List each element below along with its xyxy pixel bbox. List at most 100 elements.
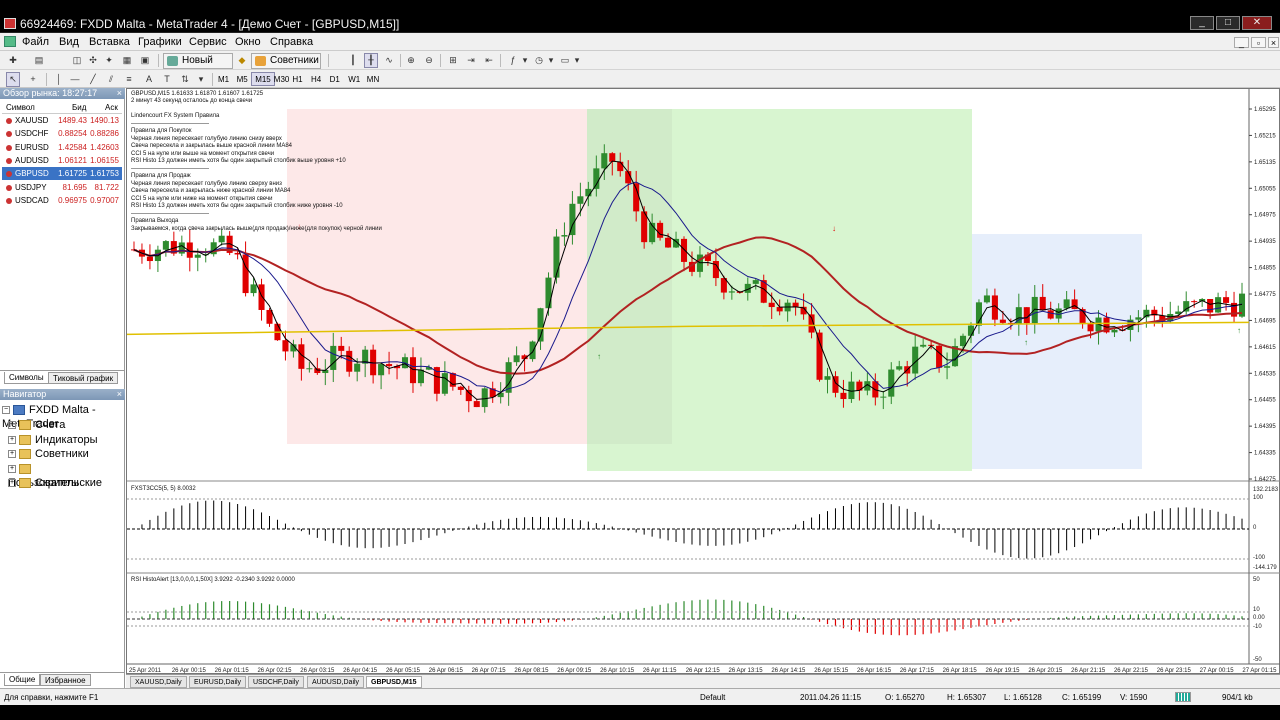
- column-ask[interactable]: Аск: [105, 103, 118, 112]
- chevron-down-icon[interactable]: ▾: [572, 53, 582, 68]
- terminal-icon[interactable]: ▦: [120, 53, 134, 68]
- chart-tab[interactable]: USDCHF,Daily: [248, 676, 304, 688]
- market-watch-row[interactable]: EURUSD 1.42584 1.42603: [2, 141, 122, 154]
- bar-chart-icon[interactable]: ┃: [346, 53, 360, 68]
- new-chart-icon[interactable]: ✚: [6, 53, 20, 68]
- market-watch-row[interactable]: USDCAD 0.96975 0.97007: [2, 194, 122, 207]
- label-icon[interactable]: T: [160, 72, 174, 87]
- expand-icon[interactable]: +: [8, 421, 16, 430]
- timeframe-h1[interactable]: H1: [288, 72, 306, 86]
- timeframe-d1[interactable]: D1: [326, 72, 344, 86]
- text-icon[interactable]: A: [142, 72, 156, 87]
- new-order-button[interactable]: Новый Ордер: [163, 53, 233, 80]
- column-bid[interactable]: Бид: [72, 103, 86, 112]
- close-icon[interactable]: ×: [117, 389, 122, 400]
- bid-price: 1.06121: [58, 155, 87, 165]
- status-bar: Для справки, нажмите F1 Default 2011.04.…: [0, 688, 1280, 705]
- data-window-icon[interactable]: ✣: [86, 53, 100, 68]
- zoom-in-icon[interactable]: ⊕: [404, 53, 418, 68]
- timeframe-h4[interactable]: H4: [307, 72, 325, 86]
- cci-scale-label: 0: [1253, 525, 1257, 531]
- candlestick-icon[interactable]: ╂: [364, 53, 378, 68]
- line-chart-icon[interactable]: ∿: [382, 53, 396, 68]
- navigator-item-scripts[interactable]: + Скрипты: [8, 476, 79, 490]
- crosshair-icon[interactable]: +: [26, 72, 40, 87]
- column-symbol[interactable]: Символ: [6, 103, 35, 112]
- tab-common[interactable]: Общие: [4, 674, 41, 686]
- market-watch-row[interactable]: GBPUSD 1.61725 1.61753: [2, 167, 122, 181]
- arrows-icon[interactable]: ⇅: [178, 72, 192, 87]
- candle-body: [1063, 299, 1070, 309]
- tile-windows-icon[interactable]: ⊞: [446, 53, 460, 68]
- chevron-down-icon[interactable]: ▾: [546, 53, 556, 68]
- profiles-icon[interactable]: ▤: [32, 53, 46, 68]
- expand-icon[interactable]: +: [8, 464, 16, 473]
- chevron-down-icon[interactable]: ▾: [520, 53, 530, 68]
- cursor-icon[interactable]: ↖: [6, 72, 20, 87]
- strategy-note-line: Правила для Продаж: [131, 173, 191, 179]
- menu-tools[interactable]: Сервис: [189, 36, 227, 48]
- auto-scroll-icon[interactable]: ⇥: [464, 53, 478, 68]
- chart-tab[interactable]: GBPUSD,M15: [366, 676, 422, 688]
- chart-tab[interactable]: AUDUSD,Daily: [307, 676, 365, 688]
- menu-insert[interactable]: Вставка: [89, 36, 130, 48]
- close-icon[interactable]: ×: [117, 88, 122, 99]
- chart-tab[interactable]: XAUUSD,Daily: [130, 676, 187, 688]
- market-watch-icon[interactable]: ◫: [70, 53, 84, 68]
- chart-tab[interactable]: EURUSD,Daily: [189, 676, 247, 688]
- expand-icon[interactable]: +: [8, 435, 16, 444]
- strategy-tester-icon[interactable]: ▣: [138, 53, 152, 68]
- channel-icon[interactable]: ⫽: [104, 72, 118, 87]
- minimize-button[interactable]: _: [1190, 16, 1214, 30]
- navigator-item-indicators[interactable]: + Индикаторы: [8, 433, 98, 447]
- mdi-close-button[interactable]: ×: [1268, 37, 1279, 48]
- maximize-button[interactable]: □: [1216, 16, 1240, 30]
- symbol-name: USDCAD: [15, 195, 49, 205]
- candle-body: [1047, 310, 1054, 319]
- tab-favorites[interactable]: Избранное: [40, 674, 91, 686]
- candle-body: [936, 345, 943, 368]
- timeframe-m1[interactable]: M1: [214, 72, 233, 86]
- templates-icon[interactable]: ▭: [558, 53, 572, 68]
- chevron-down-icon[interactable]: ▾: [196, 72, 206, 87]
- navigator-icon[interactable]: ✦: [102, 53, 116, 68]
- zoom-out-icon[interactable]: ⊖: [422, 53, 436, 68]
- candle-body: [457, 386, 464, 390]
- expand-icon[interactable]: +: [8, 479, 16, 488]
- mdi-restore-button[interactable]: ▫: [1251, 37, 1266, 48]
- menu-file[interactable]: Файл: [22, 36, 49, 48]
- candle-body: [967, 325, 975, 336]
- market-watch-row[interactable]: USDCHF 0.88254 0.88286: [2, 127, 122, 140]
- chart-window[interactable]: 1.65295 1.65215 1.65135 1.65055 1.64975 1.649…: [126, 88, 1280, 674]
- close-button[interactable]: ✕: [1242, 16, 1272, 30]
- cci-scale-label: 132.2183: [1253, 487, 1279, 493]
- navigator-item-account[interactable]: + Счета: [8, 418, 65, 432]
- indicators-icon[interactable]: ƒ: [506, 53, 520, 68]
- experts-button[interactable]: Советники: [251, 53, 321, 69]
- price-label: 1.64935: [1254, 239, 1276, 245]
- market-watch-row[interactable]: XAUUSD 1489.43 1490.13: [2, 114, 122, 127]
- metaeditor-icon[interactable]: ◆: [235, 53, 249, 68]
- timeframe-w1[interactable]: W1: [344, 72, 364, 86]
- candle-body: [959, 335, 967, 347]
- menu-help[interactable]: Справка: [270, 36, 313, 48]
- periods-icon[interactable]: ◷: [532, 53, 546, 68]
- vertical-line-icon[interactable]: │: [52, 72, 66, 87]
- market-watch-row[interactable]: USDJPY 81.695 81.722: [2, 181, 122, 194]
- menu-charts[interactable]: Графики: [138, 36, 182, 48]
- market-watch-row[interactable]: AUDUSD 1.06121 1.06155: [2, 154, 122, 167]
- navigator-item-experts[interactable]: + Советники: [8, 447, 89, 461]
- fibonacci-icon[interactable]: ≡: [122, 72, 136, 87]
- tab-tick-chart[interactable]: Тиковый график: [48, 372, 119, 384]
- chart-shift-icon[interactable]: ⇤: [482, 53, 496, 68]
- timeframe-m5[interactable]: M5: [233, 72, 252, 86]
- bid-price: 1.42584: [58, 142, 87, 152]
- mdi-minimize-button[interactable]: _: [1234, 37, 1249, 48]
- menu-window[interactable]: Окно: [235, 36, 261, 48]
- expand-icon[interactable]: +: [8, 450, 16, 459]
- horizontal-line-icon[interactable]: —: [68, 72, 82, 87]
- timeframe-mn[interactable]: MN: [363, 72, 383, 86]
- tab-symbols[interactable]: Символы: [4, 372, 49, 384]
- menu-view[interactable]: Вид: [59, 36, 79, 48]
- trendline-icon[interactable]: ╱: [86, 72, 100, 87]
